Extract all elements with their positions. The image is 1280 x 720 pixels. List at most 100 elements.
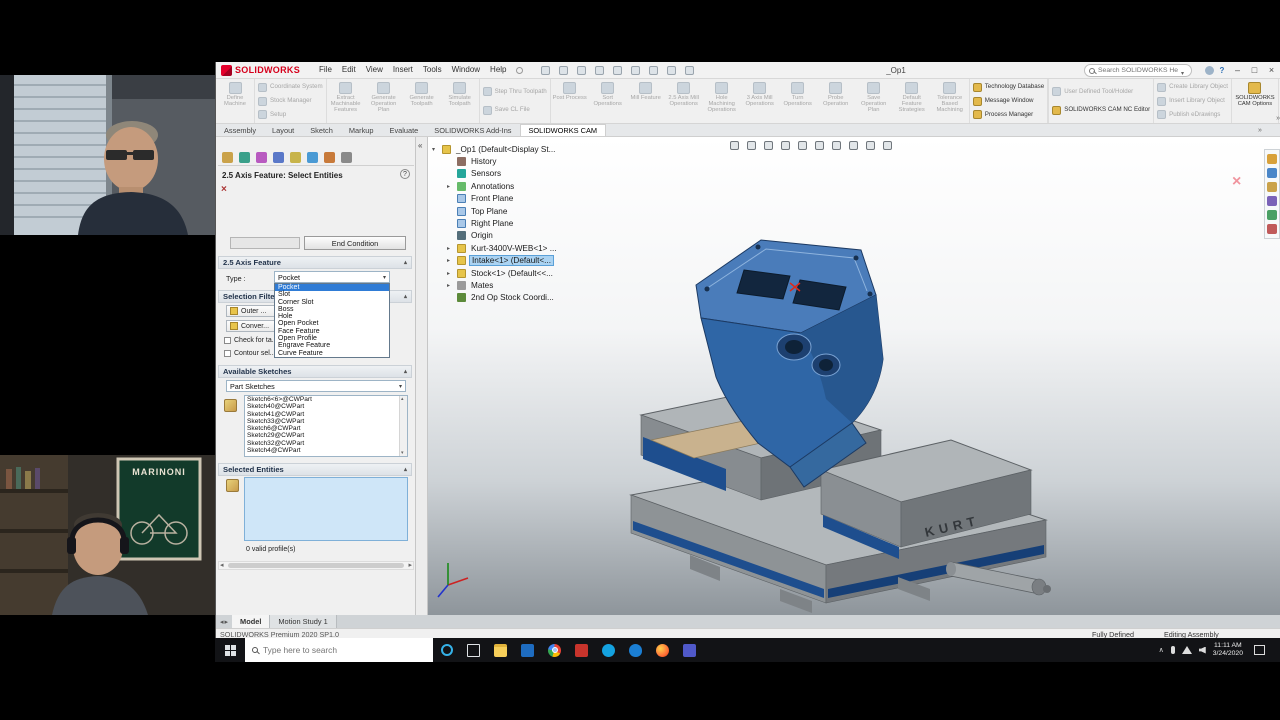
panel-help-icon[interactable]: ? [400, 169, 410, 179]
entity-select-icon[interactable] [226, 479, 239, 492]
commandmanager-tab[interactable]: Assembly [216, 124, 264, 136]
sketch-list-item[interactable]: Sketch33@CWPart [245, 418, 407, 425]
model-tab[interactable]: Motion Study 1 [270, 615, 337, 628]
apply-scene-icon[interactable] [864, 139, 877, 151]
ribbon-button[interactable]: Save CL File [480, 104, 550, 117]
ribbon-button[interactable]: Hole Machining Operations [703, 80, 741, 122]
zoom-area-icon[interactable] [745, 139, 758, 151]
menu-item[interactable]: View [361, 62, 388, 78]
ribbon-button[interactable]: Step Thru Toolpath [480, 85, 550, 98]
ribbon-button[interactable]: Save Operation Plan [855, 80, 893, 122]
network-icon[interactable] [1181, 646, 1192, 654]
sketch-list-item[interactable]: Sketch6<6>@CWPart [245, 396, 407, 403]
feature-type-combo[interactable]: Pocket [274, 271, 390, 283]
menu-item[interactable]: Window [447, 62, 485, 78]
list-scrollbar[interactable] [399, 396, 407, 456]
cam-feature-tree-tab-icon[interactable] [307, 152, 318, 163]
ribbon-button[interactable]: Stock Manager [255, 95, 326, 108]
sketch-list-item[interactable]: Sketch40@CWPart [245, 403, 407, 410]
ribbon-button[interactable]: SOLIDWORKS CAM NC Editor [1049, 104, 1153, 117]
taskbar-search-box[interactable] [245, 638, 433, 662]
commandmanager-tab[interactable]: Layout [264, 124, 302, 136]
setup-field[interactable] [230, 237, 300, 249]
commandmanager-tab[interactable]: SOLIDWORKS CAM [519, 124, 607, 136]
dropdown-option[interactable]: Curve Feature [275, 350, 389, 357]
dropdown-option[interactable]: Pocket [275, 284, 389, 292]
taskbar-clock[interactable]: 11:11 AM 3/24/2020 [1213, 642, 1243, 658]
select-icon[interactable] [647, 64, 661, 76]
home-icon[interactable] [539, 64, 553, 76]
tree-item[interactable]: Front Plane [432, 193, 602, 205]
ribbon-button[interactable]: Create Library Object [1154, 81, 1231, 94]
featuremanager-tab-icon[interactable] [222, 152, 233, 163]
dropdown-option[interactable]: Slot [275, 291, 389, 298]
action-center-icon[interactable] [1254, 645, 1265, 655]
design-library-icon[interactable] [1267, 168, 1277, 178]
ribbon-button[interactable]: Define Machine [216, 80, 254, 122]
scroll-left-icon[interactable]: ◂ [220, 618, 224, 626]
user-account-icon[interactable] [1205, 65, 1214, 75]
ribbon-button[interactable]: 3 Axis Mill Operations [741, 80, 779, 122]
microphone-icon[interactable] [1170, 646, 1175, 654]
ribbon-button[interactable]: 2.5 Axis Mill Operations [665, 80, 703, 122]
menu-item[interactable]: Edit [337, 62, 361, 78]
ribbon-button[interactable]: Technology Database [970, 81, 1048, 94]
dropdown-option[interactable]: Open Pocket [275, 320, 389, 327]
checkbox-row[interactable]: Check for ta... [224, 337, 278, 344]
tree-item[interactable]: Kurt-3400V-WEB<1> ... [432, 242, 602, 254]
open-icon[interactable] [557, 64, 571, 76]
chevron-down-icon[interactable] [1181, 62, 1184, 80]
cam-operation-tree-tab-icon[interactable] [324, 152, 335, 163]
sketch-list-item[interactable]: Sketch6@CWPart [245, 425, 407, 432]
sketch-filter-combo[interactable]: Part Sketches [226, 380, 406, 392]
print-icon[interactable] [593, 64, 607, 76]
ribbon-button[interactable]: SOLIDWORKS CAM Options [1232, 80, 1278, 122]
group-header-feature[interactable]: 2.5 Axis Feature [218, 256, 412, 269]
tree-item[interactable]: Sensors [432, 168, 602, 180]
ribbon-button[interactable]: Probe Operation [817, 80, 855, 122]
panel-close-icon[interactable]: × [221, 184, 227, 195]
help-icon[interactable]: ? [1216, 64, 1228, 76]
commandmanager-tab[interactable]: SOLIDWORKS Add-Ins [426, 124, 519, 136]
ribbon-button[interactable]: Setup [255, 108, 326, 121]
ribbon-button[interactable]: Mill Feature [627, 80, 665, 122]
tree-expand-icon[interactable] [447, 270, 454, 277]
previous-view-icon[interactable] [762, 139, 775, 151]
commandmanager-tab[interactable]: Evaluate [382, 124, 427, 136]
help-search-input[interactable] [1098, 67, 1178, 74]
selected-entities-box[interactable] [244, 477, 408, 541]
hide-show-items-icon[interactable] [830, 139, 843, 151]
dropdown-option[interactable]: Open Profile [275, 335, 389, 342]
tree-root[interactable]: _Op1 (Default<Display St... [432, 143, 602, 155]
tree-expand-icon[interactable] [447, 183, 454, 190]
undo-icon[interactable] [611, 64, 625, 76]
ribbon-button[interactable]: Post Process [551, 80, 589, 122]
save-icon[interactable] [575, 64, 589, 76]
close-button[interactable]: × [1264, 63, 1279, 77]
zoom-fit-icon[interactable] [728, 139, 741, 151]
tree-collapse-icon[interactable] [432, 146, 439, 153]
tree-item[interactable]: History [432, 155, 602, 167]
ribbon-button[interactable]: Simulate Toolpath [441, 80, 479, 122]
tree-item[interactable]: Stock<1> (Default<<... [432, 267, 602, 279]
sketch-select-icon[interactable] [224, 399, 237, 412]
commandmanager-tab[interactable]: Markup [341, 124, 382, 136]
start-button[interactable] [215, 638, 245, 662]
tray-chevron-icon[interactable]: ∧ [1159, 646, 1164, 654]
propertymanager-tab-icon[interactable] [239, 152, 250, 163]
options-icon[interactable] [683, 64, 697, 76]
ribbon-button[interactable]: Insert Library Object [1154, 95, 1231, 108]
cam-tools-tree-tab-icon[interactable] [341, 152, 352, 163]
ribbon-button[interactable]: Coordinate System [255, 81, 326, 94]
tree-expand-icon[interactable] [447, 282, 454, 289]
checkbox-row[interactable]: Contour sel... [224, 350, 276, 357]
graphics-viewport[interactable]: KURT ▾ _Op1 (Default<Display St... Histo… [428, 137, 1280, 615]
panel-horizontal-scrollbar[interactable] [218, 561, 414, 570]
ribbon-button[interactable]: Message Window [970, 95, 1048, 108]
ribbon-button[interactable]: Generate Toolpath [403, 80, 441, 122]
panel-splitter[interactable]: « [416, 137, 428, 615]
pin-menu-icon[interactable] [515, 66, 523, 74]
tab-overflow[interactable]: » [1258, 124, 1262, 137]
ribbon-button[interactable]: User Defined Tool/Holder [1049, 85, 1153, 98]
ribbon-button[interactable]: Process Manager [970, 108, 1048, 121]
